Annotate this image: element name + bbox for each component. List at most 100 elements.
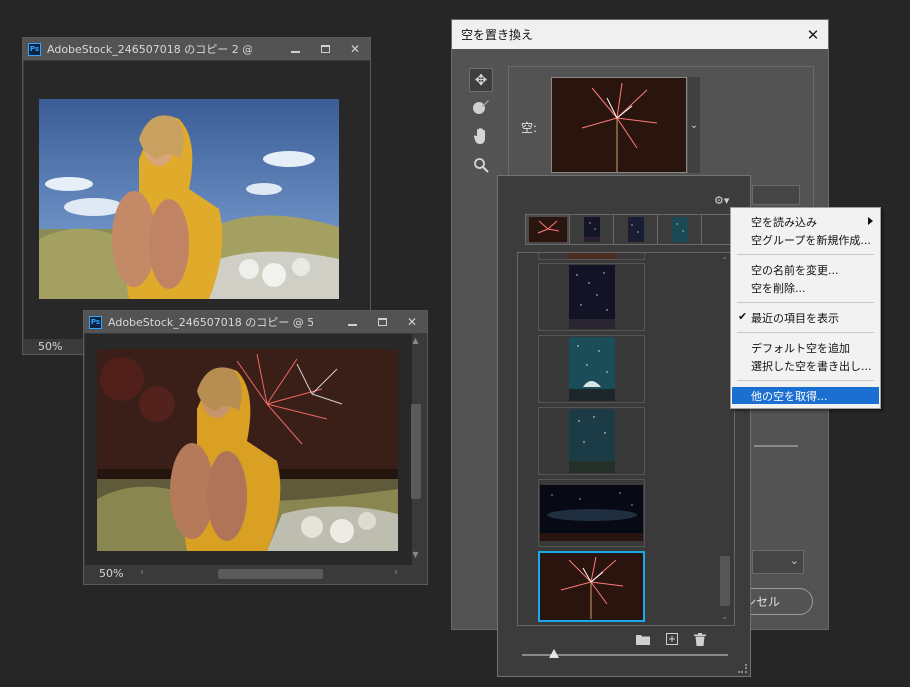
sky-list-scrollbar[interactable]: ⌃ ⌄: [719, 256, 730, 622]
move-sky-tool[interactable]: ✥: [469, 68, 493, 92]
minimize-button[interactable]: [280, 38, 310, 60]
sky-dropdown-button[interactable]: ⌄: [688, 77, 700, 173]
maximize-button[interactable]: [310, 38, 340, 60]
menu-item-show-recent[interactable]: ✔ 最近の項目を表示: [732, 309, 879, 326]
document-title: AdobeStock_246507018 のコピー @ 5...: [108, 316, 313, 329]
output-select[interactable]: ⌄: [752, 550, 804, 574]
starry-sky-thumbnail: [568, 265, 615, 329]
menu-separator: [737, 380, 874, 381]
maximize-icon: [377, 318, 387, 326]
close-button[interactable]: ✕: [340, 38, 370, 60]
minimize-icon: [290, 51, 300, 53]
checkmark-icon: ✔: [738, 310, 748, 323]
scroll-up-arrow-icon[interactable]: ⌃: [719, 256, 730, 266]
add-sky-button[interactable]: [664, 632, 680, 646]
photoshop-icon: Ps: [89, 315, 102, 329]
close-button[interactable]: ✕: [397, 311, 427, 333]
menu-separator: [737, 254, 874, 255]
photoshop-icon: Ps: [28, 42, 41, 56]
menu-separator: [737, 332, 874, 333]
scrollbar-thumb[interactable]: [218, 569, 323, 579]
fireworks-thumbnail: [541, 554, 642, 619]
gear-icon[interactable]: ⚙▾: [714, 194, 729, 207]
zoom-tool[interactable]: [469, 155, 493, 179]
sky-group-row: [525, 214, 750, 245]
horizontal-scrollbar[interactable]: ‹ ›: [134, 567, 404, 580]
night-sky-group-thumbnail: [583, 217, 600, 242]
menu-item-rename-sky[interactable]: 空の名前を変更...: [732, 261, 879, 278]
submenu-arrow-icon: [868, 217, 873, 225]
menu-item-label: 空の名前を変更...: [751, 263, 839, 277]
dialog-field[interactable]: [752, 185, 800, 205]
scroll-down-arrow-icon[interactable]: ⌄: [719, 612, 730, 622]
menu-item-label: 空グループを新規作成...: [751, 233, 871, 247]
brush-icon: [472, 98, 490, 120]
scroll-left-arrow-icon[interactable]: ‹: [140, 567, 144, 578]
new-group-folder-button[interactable]: [635, 632, 651, 646]
photo-illustration: [39, 99, 339, 299]
dialog-slider[interactable]: [754, 445, 798, 447]
dialog-close-button[interactable]: ✕: [798, 20, 828, 49]
sky-thumbnail-list[interactable]: [517, 252, 735, 626]
chevron-down-icon: ⌄: [789, 554, 799, 567]
fireworks-group-thumbnail: [528, 217, 567, 242]
maximize-button[interactable]: [367, 311, 397, 333]
trash-icon: [694, 632, 706, 646]
sky-picker-popup: ⚙▾ ⌃ ⌄: [497, 175, 751, 677]
menu-item-label: 他の空を取得...: [751, 389, 828, 403]
folder-icon: [636, 634, 650, 645]
menu-item-new-sky-group[interactable]: 空グループを新規作成...: [732, 231, 879, 248]
scrollbar-thumb[interactable]: [720, 556, 730, 606]
sky-thumbnail[interactable]: [538, 479, 645, 547]
menu-item-label: 空を削除...: [751, 281, 806, 295]
sky-thumbnail[interactable]: [538, 335, 645, 403]
maximize-icon: [320, 45, 330, 53]
document-window-1[interactable]: Ps AdobeStock_246507018 のコピー 2 @ 5... ✕: [22, 37, 371, 355]
menu-item-add-default-skies[interactable]: デフォルト空を追加: [732, 339, 879, 356]
menu-item-delete-sky[interactable]: 空を削除...: [732, 279, 879, 296]
scroll-down-arrow-icon[interactable]: ▼: [410, 550, 421, 560]
sky-thumbnail-selected[interactable]: [538, 551, 645, 622]
menu-item-label: 最近の項目を表示: [751, 311, 839, 325]
photo-illustration: [97, 349, 398, 551]
scrollbar-thumb[interactable]: [411, 404, 421, 499]
sky-brush-tool[interactable]: [469, 97, 493, 121]
menu-item-label: 選択した空を書き出し...: [751, 359, 872, 373]
menu-item-label: デフォルト空を追加: [751, 341, 850, 355]
sky-group-night-3[interactable]: [658, 215, 702, 244]
menu-item-get-more-skies[interactable]: 他の空を取得...: [732, 387, 879, 404]
sky-group-night-1[interactable]: [570, 215, 614, 244]
menu-item-export-selected-skies[interactable]: 選択した空を書き出し...: [732, 357, 879, 374]
hand-icon: [473, 127, 489, 149]
woman-on-beach-photo: [39, 99, 339, 299]
teal-sky-group-thumbnail: [671, 217, 688, 242]
minimize-icon: [347, 324, 357, 326]
add-icon: [666, 633, 678, 645]
zoom-icon: [473, 157, 489, 177]
document-window-2[interactable]: Ps AdobeStock_246507018 のコピー @ 5... ✕ ▲ …: [83, 310, 428, 585]
document-title: AdobeStock_246507018 のコピー 2 @ 5...: [47, 43, 252, 56]
night-sky-group-thumbnail: [627, 217, 644, 242]
menu-item-import-sky[interactable]: 空を読み込み: [732, 213, 879, 230]
scroll-right-arrow-icon[interactable]: ›: [394, 567, 398, 578]
woman-with-fireworks-photo: [97, 349, 398, 551]
dialog-title: 空を置き換え: [452, 20, 828, 49]
minimize-button[interactable]: [337, 311, 367, 333]
slider-handle[interactable]: [549, 649, 559, 658]
sky-group-fireworks[interactable]: [526, 215, 570, 244]
sky-thumbnail[interactable]: [538, 253, 645, 260]
sky-preview-thumbnail[interactable]: [551, 77, 687, 173]
chevron-down-icon: ⌄: [689, 119, 699, 131]
move-icon: ✥: [474, 71, 488, 89]
sky-thumbnail[interactable]: [538, 263, 645, 331]
hand-tool[interactable]: [469, 126, 493, 150]
document-vertical-scrollbar[interactable]: ▲ ▼: [410, 336, 421, 564]
resize-grip-icon[interactable]: [738, 664, 747, 673]
scroll-up-arrow-icon[interactable]: ▲: [410, 336, 421, 346]
milky-way-thumbnail: [540, 485, 643, 541]
sky-thumbnail[interactable]: [538, 407, 645, 475]
sky-group-night-2[interactable]: [614, 215, 658, 244]
sky-options-menu: 空を読み込み 空グループを新規作成... 空の名前を変更... 空を削除... …: [730, 207, 881, 409]
delete-sky-button[interactable]: [692, 632, 708, 646]
sky-label: 空:: [521, 121, 538, 135]
